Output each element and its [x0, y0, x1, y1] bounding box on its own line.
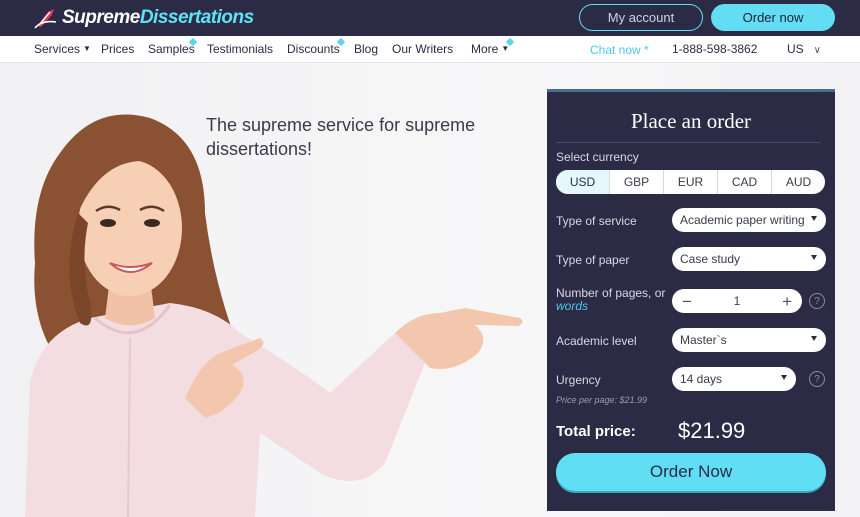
urgency-help-icon[interactable]: ? [809, 371, 825, 387]
nav-prices[interactable]: Prices [101, 42, 134, 56]
nav-services[interactable]: Services ▼ [34, 42, 91, 56]
pages-label-text: Number of pages, or [556, 286, 666, 300]
top-header: Supreme Dissertations My account Order no… [0, 0, 860, 36]
my-account-button[interactable]: My account [579, 4, 703, 31]
divider [556, 142, 821, 143]
nav-discounts[interactable]: Discounts [287, 42, 340, 56]
minus-icon[interactable]: − [682, 293, 692, 310]
phone-number[interactable]: 1-888-598-3862 [672, 42, 757, 56]
urgency-label: Urgency [556, 373, 601, 387]
currency-label: Select currency [556, 150, 639, 164]
service-type-value: Academic paper writing [680, 213, 805, 227]
currency-selector: USD GBP EUR CAD AUD [556, 170, 825, 194]
currency-option-cad[interactable]: CAD [717, 170, 771, 194]
hero-headline: The supreme service for supreme disserta… [206, 115, 476, 159]
main-nav: Services ▼ Prices Samples Testimonials Di… [0, 36, 860, 63]
paper-type-select[interactable]: Case study [672, 247, 826, 271]
pages-help-icon[interactable]: ? [809, 293, 825, 309]
nav-testimonials[interactable]: Testimonials [207, 42, 273, 56]
nav-more[interactable]: More ▼ [471, 42, 509, 56]
currency-option-usd[interactable]: USD [556, 170, 609, 194]
site-logo[interactable]: Supreme Dissertations [34, 4, 254, 32]
chat-now-link[interactable]: Chat now * [590, 43, 649, 57]
logo-text-dissertations: Dissertations [139, 7, 254, 28]
service-type-label: Type of service [556, 214, 637, 228]
order-form-title: Place an order [630, 109, 752, 133]
pages-stepper: − 1 + [672, 289, 802, 313]
quill-logo-icon [34, 9, 57, 29]
academic-level-value: Master`s [680, 333, 727, 347]
pages-value[interactable]: 1 [734, 294, 741, 308]
dropdown-arrow-icon [781, 375, 787, 380]
nav-more-label: More [471, 42, 499, 56]
dropdown-arrow-icon [811, 255, 817, 260]
academic-level-select[interactable]: Master`s [672, 328, 826, 352]
caret-down-icon: ▼ [83, 44, 91, 53]
urgency-select[interactable]: 14 days [672, 367, 796, 391]
currency-option-aud[interactable]: AUD [771, 170, 825, 194]
caret-down-icon: ▼ [501, 44, 510, 53]
nav-our-writers[interactable]: Our Writers [392, 42, 453, 56]
academic-level-label: Academic level [556, 334, 637, 348]
nav-blog[interactable]: Blog [354, 42, 378, 56]
price-per-page: Price per page: $21.99 [556, 395, 648, 405]
plus-icon[interactable]: + [782, 293, 792, 310]
paper-type-label: Type of paper [556, 253, 630, 267]
paper-type-value: Case study [680, 252, 741, 266]
order-form-card: Place an order Select currency USD GBP E… [547, 89, 835, 511]
country-selector[interactable]: US ∨ [787, 42, 821, 56]
currency-option-gbp[interactable]: GBP [609, 170, 663, 194]
dropdown-arrow-icon [811, 216, 817, 221]
nav-services-label: Services [34, 42, 81, 56]
words-link[interactable]: words [556, 299, 588, 313]
nav-samples[interactable]: Samples [148, 42, 195, 56]
logo-text-supreme: Supreme [62, 7, 140, 28]
order-now-button[interactable]: Order Now [556, 453, 826, 491]
chevron-down-icon: ∨ [813, 45, 821, 56]
dropdown-arrow-icon [811, 336, 817, 341]
pages-label: Number of pages, or words [556, 287, 665, 313]
service-type-select[interactable]: Academic paper writing [672, 208, 826, 232]
total-price-value: $21.99 [678, 418, 746, 443]
total-price-label: Total price: [556, 423, 636, 440]
urgency-value: 14 days [680, 372, 723, 386]
header-order-now-button[interactable]: Order now [711, 4, 835, 31]
country-label: US [787, 42, 804, 56]
currency-option-eur[interactable]: EUR [663, 170, 717, 194]
